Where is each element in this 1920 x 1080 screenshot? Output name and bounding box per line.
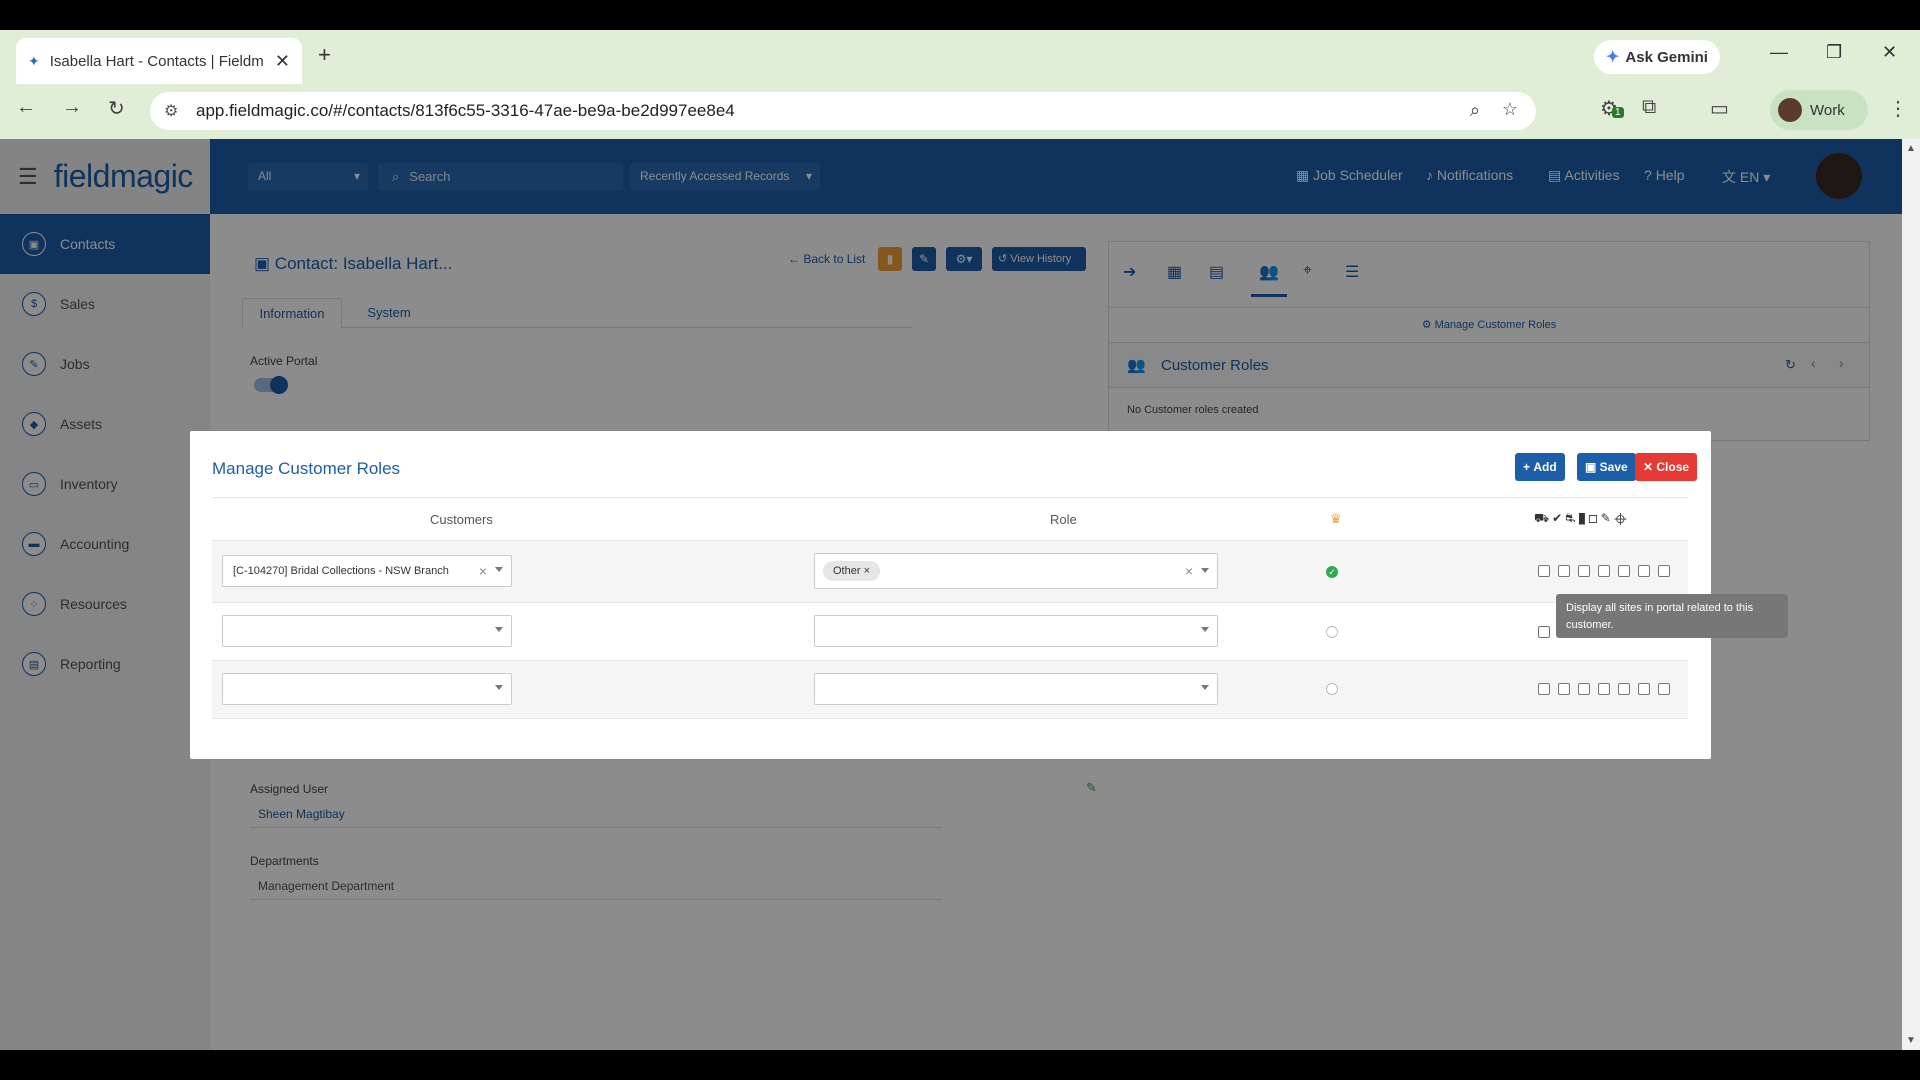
customer-select[interactable] [222,615,512,647]
profile-chip[interactable]: Work [1770,90,1868,130]
permission-checkbox[interactable] [1638,683,1650,695]
screen: ✦ Isabella Hart - Contacts | Fieldm ✕ + … [0,0,1920,1080]
permission-checkbox[interactable] [1618,683,1630,695]
modal-title: Manage Customer Roles [212,459,401,478]
permission-checkbox[interactable] [1538,626,1550,638]
map-pin-icon: ⌖ [1613,511,1631,525]
bookmark-star-icon[interactable]: ☆ [1502,99,1518,120]
permission-checkbox[interactable] [1618,565,1630,577]
plus-icon: + [1523,460,1534,474]
reading-mode-icon[interactable]: ▭ [1710,96,1729,121]
scroll-up-icon[interactable]: ▲ [1906,143,1916,154]
back-icon[interactable]: ← [16,96,36,119]
role-tag-label: Other [833,565,861,577]
gemini-star-icon: ✦ [1606,49,1620,66]
role-select[interactable] [814,615,1218,647]
role-tag: Other × [823,561,881,581]
role-select[interactable]: Other × × [814,553,1218,589]
customers-column-header: Customers [430,512,493,527]
restore-icon[interactable]: ❐ [1826,42,1842,63]
kebab-menu-icon[interactable]: ⋮ [1888,96,1908,121]
close-window-icon[interactable]: ✕ [1882,42,1897,63]
chevron-down-icon [1201,627,1209,632]
save-button[interactable]: ▣ Save [1577,453,1636,481]
primary-radio[interactable] [1326,683,1338,695]
profile-avatar [1778,98,1802,122]
add-label: Add [1533,460,1557,474]
permission-tooltip: Display all sites in portal related to t… [1556,594,1788,638]
extension-icon[interactable]: ⚙1 [1600,96,1624,121]
floppy-icon: ▣ [1585,460,1600,474]
reload-icon[interactable]: ↻ [108,96,125,121]
crown-icon: ♛ [1330,511,1342,526]
permission-checkbox[interactable] [1598,683,1610,695]
zoom-icon[interactable]: ⌕ [1470,100,1480,121]
permission-checkbox[interactable] [1558,565,1570,577]
chevron-down-icon [495,627,503,632]
table-row [212,661,1688,719]
site-info-icon[interactable]: ⚙ [164,101,178,121]
chevron-down-icon [1201,685,1209,690]
manage-customer-roles-modal: Manage Customer Roles + Add ▣ Save ✕ Clo… [190,431,1711,759]
permission-checkbox[interactable] [1578,683,1590,695]
close-button[interactable]: ✕ Close [1635,453,1698,481]
primary-check-icon[interactable]: ✓ [1326,566,1338,578]
permission-checkbox[interactable] [1658,565,1670,577]
permission-checkbox[interactable] [1538,683,1550,695]
save-label: Save [1599,460,1628,474]
ask-gemini-label: Ask Gemini [1625,48,1708,66]
trash-icon: ▮ [1578,511,1589,525]
new-tab-icon[interactable]: + [318,42,331,68]
permission-checkbox[interactable] [1638,565,1650,577]
taskbar-edge [0,1050,1920,1080]
remove-tag-icon[interactable]: × [864,565,870,577]
truck-icon: ⛟ [1534,511,1553,525]
address-bar[interactable]: ⚙ app.fieldmagic.co/#/contacts/813f6c55-… [150,92,1536,130]
tab-title: Isabella Hart - Contacts | Fieldm [49,52,264,70]
role-select[interactable] [814,673,1218,705]
minimize-icon[interactable]: — [1770,42,1788,63]
extension-badge: 1 [1611,107,1624,118]
permission-icons-header: ⛟✔⛐▮◻✎⌖ [1534,511,1630,527]
add-button[interactable]: + Add [1515,453,1565,481]
chevron-down-icon [1201,568,1209,573]
clear-icon[interactable]: × [479,563,487,579]
close-icon: ✕ [1643,460,1657,474]
permission-checkbox[interactable] [1658,683,1670,695]
permission-checkbox[interactable] [1578,565,1590,577]
browser-chrome: ✦ Isabella Hart - Contacts | Fieldm ✕ + … [0,30,1920,139]
table-row: [C-104270] Bridal Collections - NSW Bran… [212,541,1688,603]
bag-icon: ◻ [1588,511,1601,525]
page-scrollbar[interactable]: ▲ ▼ [1902,139,1920,1050]
fieldmagic-favicon-icon: ✦ [28,52,40,69]
browser-tab[interactable]: ✦ Isabella Hart - Contacts | Fieldm ✕ [16,38,302,84]
roles-table-header: Customers Role ♛ ⛟✔⛐▮◻✎⌖ [212,497,1688,541]
scroll-down-icon[interactable]: ▼ [1906,1035,1916,1046]
puzzle-extensions-icon[interactable]: ⧉ [1642,96,1656,119]
permission-checkbox[interactable] [1538,565,1550,577]
close-label: Close [1656,460,1690,474]
table-row [212,603,1688,661]
profile-label: Work [1810,101,1845,119]
role-column-header: Role [1050,512,1077,527]
wrench-icon: ✎ [1600,511,1614,525]
primary-radio[interactable] [1326,626,1338,638]
clipboard-check-icon: ✔ [1552,511,1566,525]
permission-checkboxes [1538,683,1670,695]
customer-select[interactable] [222,673,512,705]
customer-select[interactable]: [C-104270] Bridal Collections - NSW Bran… [222,555,512,587]
chevron-down-icon [495,685,503,690]
ask-gemini-button[interactable]: ✦ Ask Gemini [1594,40,1720,74]
forward-icon[interactable]: → [62,96,82,119]
permission-checkbox[interactable] [1558,683,1570,695]
url-text: app.fieldmagic.co/#/contacts/813f6c55-33… [196,101,735,120]
permission-checkboxes [1538,565,1670,577]
customer-select-value: [C-104270] Bridal Collections - NSW Bran… [233,565,449,577]
vehicle-icon: ⛐ [1565,511,1579,525]
close-tab-icon[interactable]: ✕ [275,51,290,72]
chevron-down-icon [495,567,503,572]
permission-checkbox[interactable] [1598,565,1610,577]
clear-icon[interactable]: × [1185,563,1193,579]
